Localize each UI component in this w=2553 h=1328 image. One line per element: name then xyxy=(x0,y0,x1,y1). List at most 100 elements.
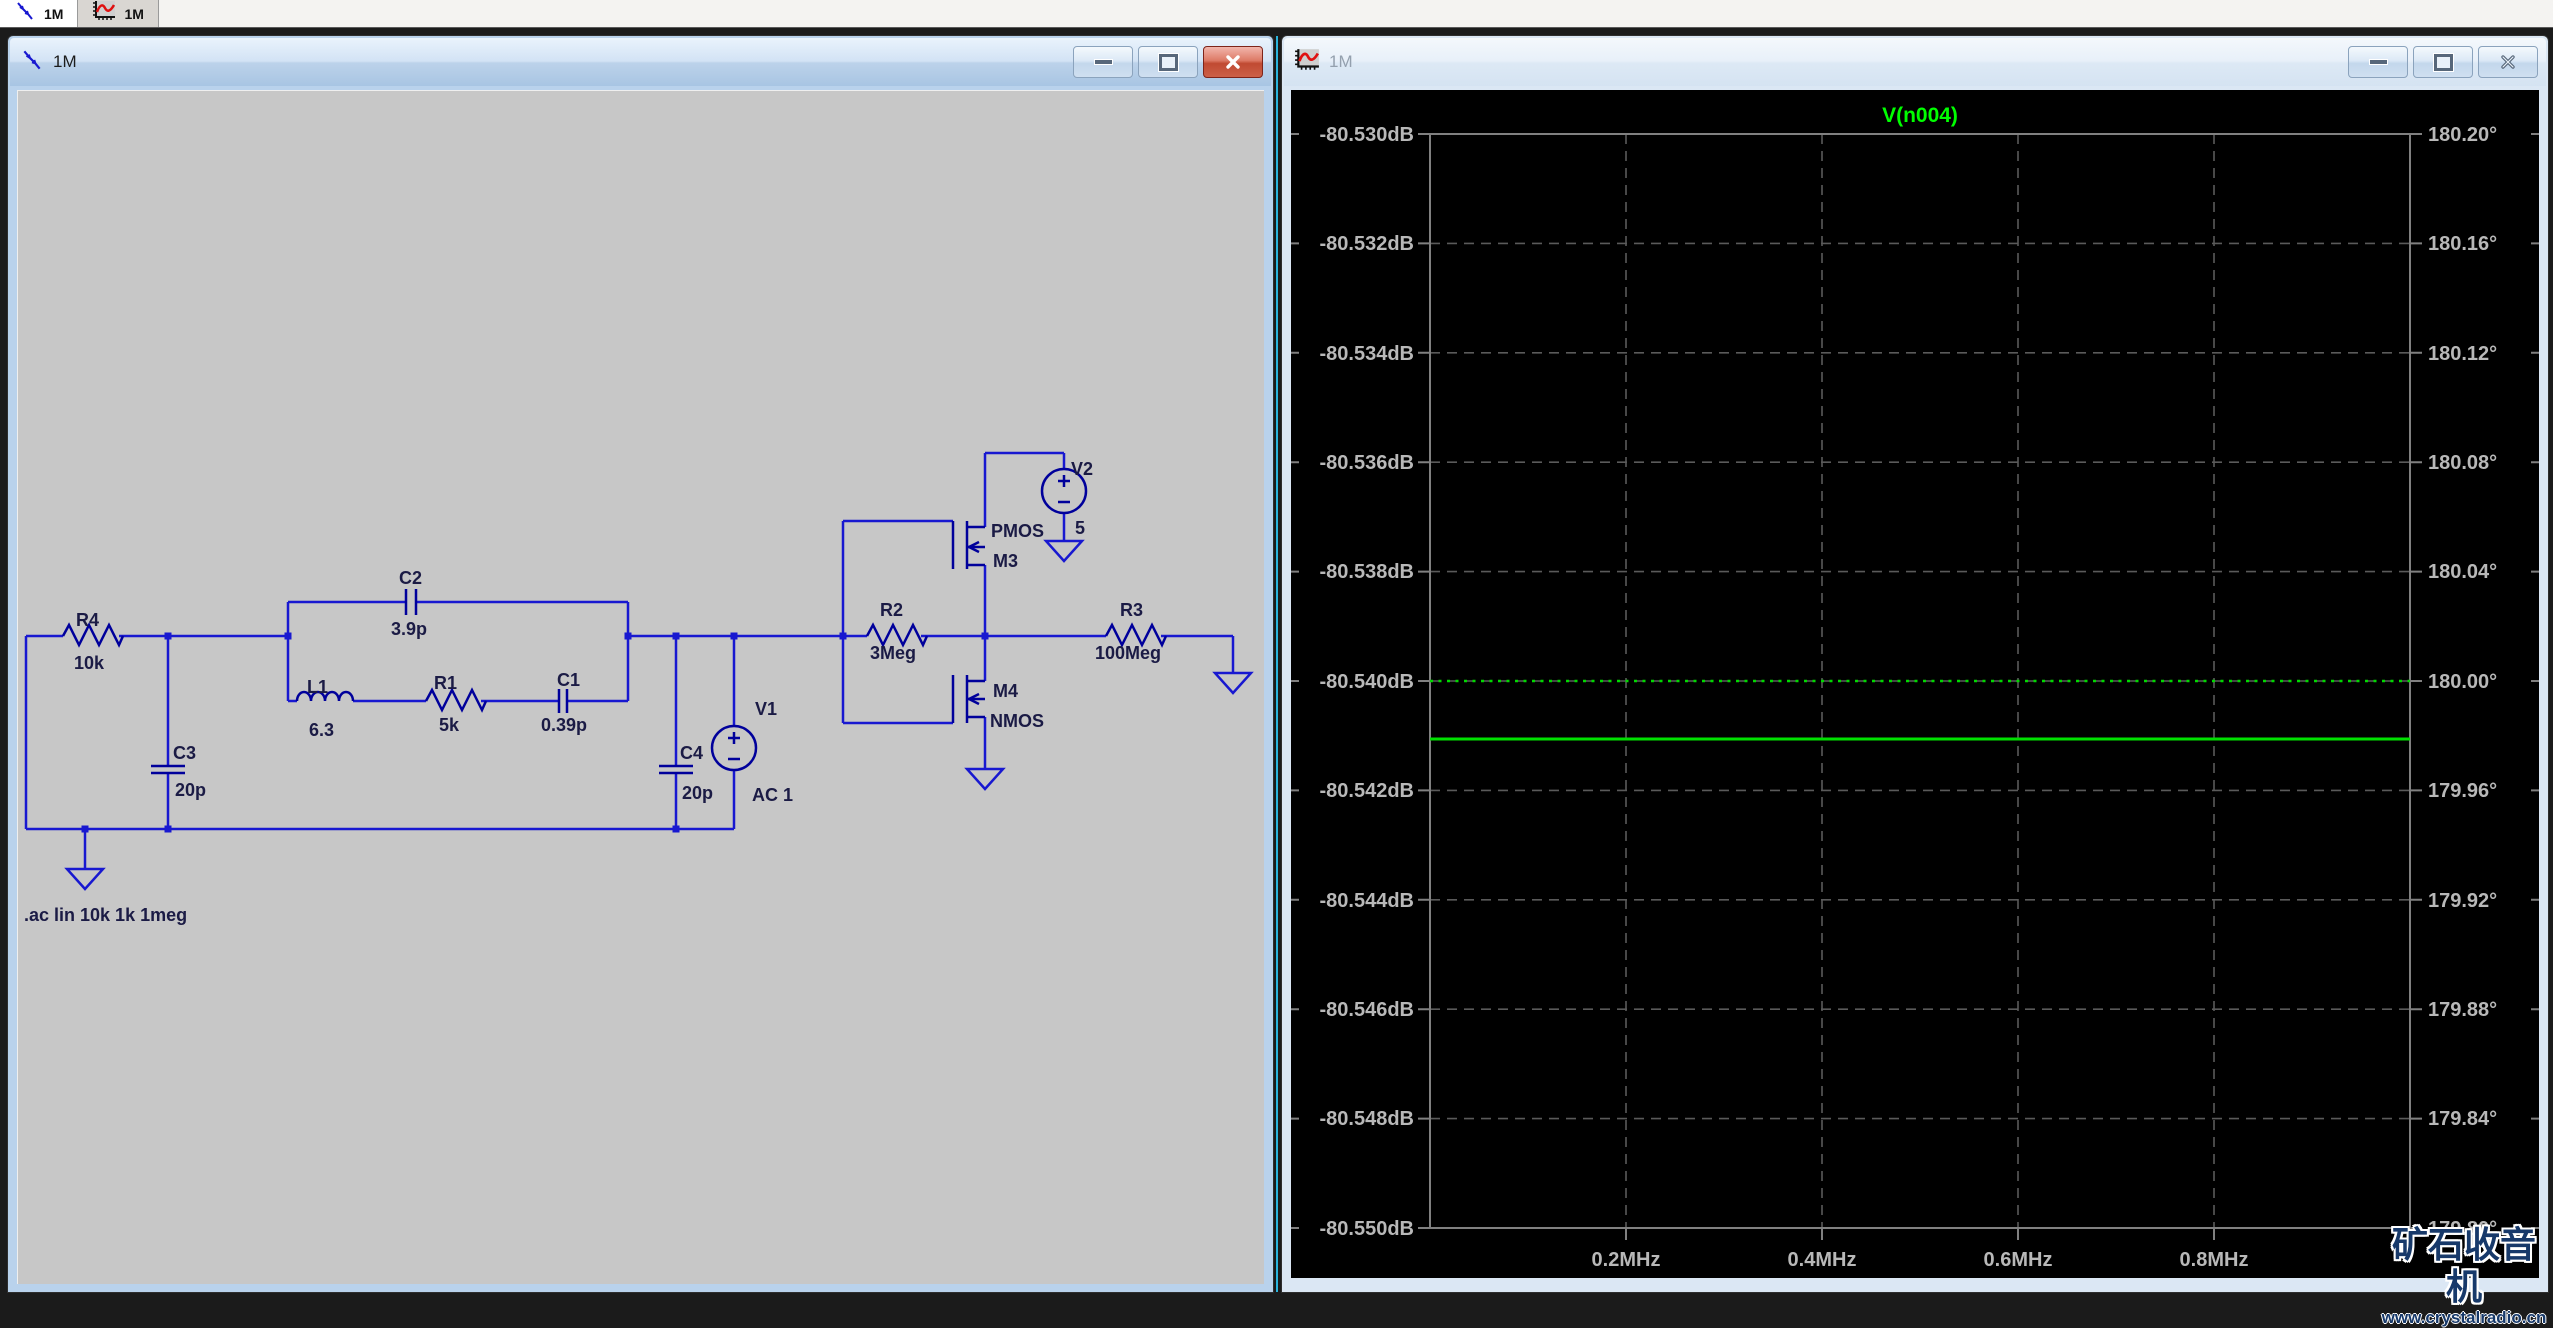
schematic-icon xyxy=(20,48,44,77)
waveform-icon xyxy=(1294,48,1320,77)
close-button[interactable] xyxy=(1203,46,1263,78)
y-right-tick: 180.08° xyxy=(2428,452,2497,474)
x-tick: 0.4MHz xyxy=(1788,1249,1857,1271)
window-edge-highlight xyxy=(1276,36,1278,1292)
capacitor-C2[interactable] xyxy=(404,589,418,615)
window-title: 1M xyxy=(1329,52,1353,71)
plot-drawing: V(n004) -80.530dB -80.532dB -80.534dB -8… xyxy=(1291,90,2539,1278)
minimize-button[interactable] xyxy=(1073,46,1133,78)
minimize-icon xyxy=(1093,59,1113,65)
mosfet-M4-nmos[interactable] xyxy=(951,675,985,723)
close-button[interactable] xyxy=(2478,46,2538,78)
label-C4: C4 xyxy=(680,743,703,763)
schematic-window: 1M R4 10k C3 20p C2 3.9p L1 6.3 R1 5k C1… xyxy=(8,36,1273,1292)
y-left-tick: -80.532dB xyxy=(1320,233,1415,255)
label-C1: C1 xyxy=(557,670,580,690)
junction-dots xyxy=(81,632,989,833)
waveform-icon xyxy=(92,0,116,27)
label-M3: M3 xyxy=(993,551,1018,571)
y-left-tick: -80.534dB xyxy=(1320,343,1415,365)
label-R4: R4 xyxy=(76,610,99,630)
y-left-tick: -80.538dB xyxy=(1320,561,1415,583)
y-left-tick: -80.546dB xyxy=(1320,999,1415,1021)
watermark: 矿石收音机 www.crystalradio.cn xyxy=(2376,1224,2552,1328)
tab-label: 1M xyxy=(44,5,64,22)
plot-canvas[interactable]: V(n004) -80.530dB -80.532dB -80.534dB -8… xyxy=(1291,90,2539,1278)
schematic-window-titlebar[interactable]: 1M xyxy=(10,38,1271,86)
voltage-source-V1[interactable] xyxy=(710,724,758,772)
y-right-tick: 180.12° xyxy=(2428,343,2497,365)
spice-directive: .ac lin 10k 1k 1meg xyxy=(24,905,187,925)
y-left-tick: -80.536dB xyxy=(1320,452,1415,474)
y-right-tick: 179.96° xyxy=(2428,780,2497,802)
close-icon xyxy=(1226,55,1240,69)
value-L1: 6.3 xyxy=(309,720,334,740)
value-R3: 100Meg xyxy=(1095,643,1161,663)
watermark-cn-text: 矿石收音机 xyxy=(2391,1224,2536,1307)
y-right-tick: 180.00° xyxy=(2428,671,2497,693)
y-right-tick: 180.04° xyxy=(2428,561,2497,583)
y-right-tick: 179.88° xyxy=(2428,999,2497,1021)
tab-schematic-1m[interactable]: 1M xyxy=(0,0,79,27)
x-tick: 0.6MHz xyxy=(1984,1249,2053,1271)
y-left-tick: -80.548dB xyxy=(1320,1108,1415,1130)
tab-waveform-1m[interactable]: 1M xyxy=(78,0,159,27)
model-M3: PMOS xyxy=(991,521,1044,541)
capacitor-C3[interactable] xyxy=(151,764,185,775)
close-icon xyxy=(2501,55,2515,69)
value-C3: 20p xyxy=(175,780,206,800)
resistor-R1[interactable] xyxy=(424,687,488,713)
restore-icon xyxy=(1157,52,1179,72)
watermark-url: www.crystalradio.cn xyxy=(2381,1308,2547,1327)
y-right-tick: 179.84° xyxy=(2428,1108,2497,1130)
restore-icon xyxy=(2432,52,2454,72)
schematic-icon xyxy=(14,1,36,26)
tab-bar: 1M 1M xyxy=(0,0,2553,28)
ground-symbols xyxy=(64,539,1254,891)
value-V2: 5 xyxy=(1075,518,1085,538)
y-right-tick: 179.92° xyxy=(2428,890,2497,912)
mosfet-M3-pmos[interactable] xyxy=(951,521,985,569)
plot-window-titlebar[interactable]: 1M xyxy=(1284,38,2546,86)
window-title: 1M xyxy=(53,52,77,71)
minimize-button[interactable] xyxy=(2348,46,2408,78)
y-left-tick: -80.530dB xyxy=(1320,124,1415,146)
y-right-tick: 180.16° xyxy=(2428,233,2497,255)
value-R1: 5k xyxy=(439,715,460,735)
label-L1: L1 xyxy=(307,677,328,697)
label-V2: V2 xyxy=(1071,459,1093,479)
plot-window: 1M V(n004) -80.530dB -80.532dB -80.534dB… xyxy=(1282,36,2548,1292)
label-R1: R1 xyxy=(434,673,457,693)
y-left-tick: -80.550dB xyxy=(1320,1218,1415,1240)
value-R2: 3Meg xyxy=(870,643,916,663)
minimize-icon xyxy=(2368,59,2388,65)
label-C2: C2 xyxy=(399,568,422,588)
y-right-tick: 180.20° xyxy=(2428,124,2497,146)
label-V1: V1 xyxy=(755,699,777,719)
x-tick: 0.8MHz xyxy=(2180,1249,2249,1271)
value-V1: AC 1 xyxy=(752,785,793,805)
y-left-tick: -80.544dB xyxy=(1320,890,1415,912)
y-left-tick: -80.542dB xyxy=(1320,780,1415,802)
value-C1: 0.39p xyxy=(541,715,587,735)
label-M4: M4 xyxy=(993,681,1018,701)
restore-button[interactable] xyxy=(2413,46,2473,78)
model-M4: NMOS xyxy=(990,711,1044,731)
resistor-R3[interactable] xyxy=(1104,622,1168,648)
value-C4: 20p xyxy=(682,783,713,803)
resistor-R2[interactable] xyxy=(865,622,929,648)
value-R4: 10k xyxy=(74,653,105,673)
schematic-canvas[interactable]: R4 10k C3 20p C2 3.9p L1 6.3 R1 5k C1 0.… xyxy=(17,90,1264,1284)
schematic-drawing: R4 10k C3 20p C2 3.9p L1 6.3 R1 5k C1 0.… xyxy=(24,451,1254,925)
wires xyxy=(24,451,1235,869)
restore-button[interactable] xyxy=(1138,46,1198,78)
label-C3: C3 xyxy=(173,743,196,763)
tab-label: 1M xyxy=(124,5,144,22)
plot-trace-title: V(n004) xyxy=(1882,104,1958,127)
capacitor-C1[interactable] xyxy=(557,689,569,713)
value-C2: 3.9p xyxy=(391,619,427,639)
label-R2: R2 xyxy=(880,600,903,620)
x-tick: 0.2MHz xyxy=(1592,1249,1661,1271)
capacitor-C4[interactable] xyxy=(659,764,693,775)
label-R3: R3 xyxy=(1120,600,1143,620)
